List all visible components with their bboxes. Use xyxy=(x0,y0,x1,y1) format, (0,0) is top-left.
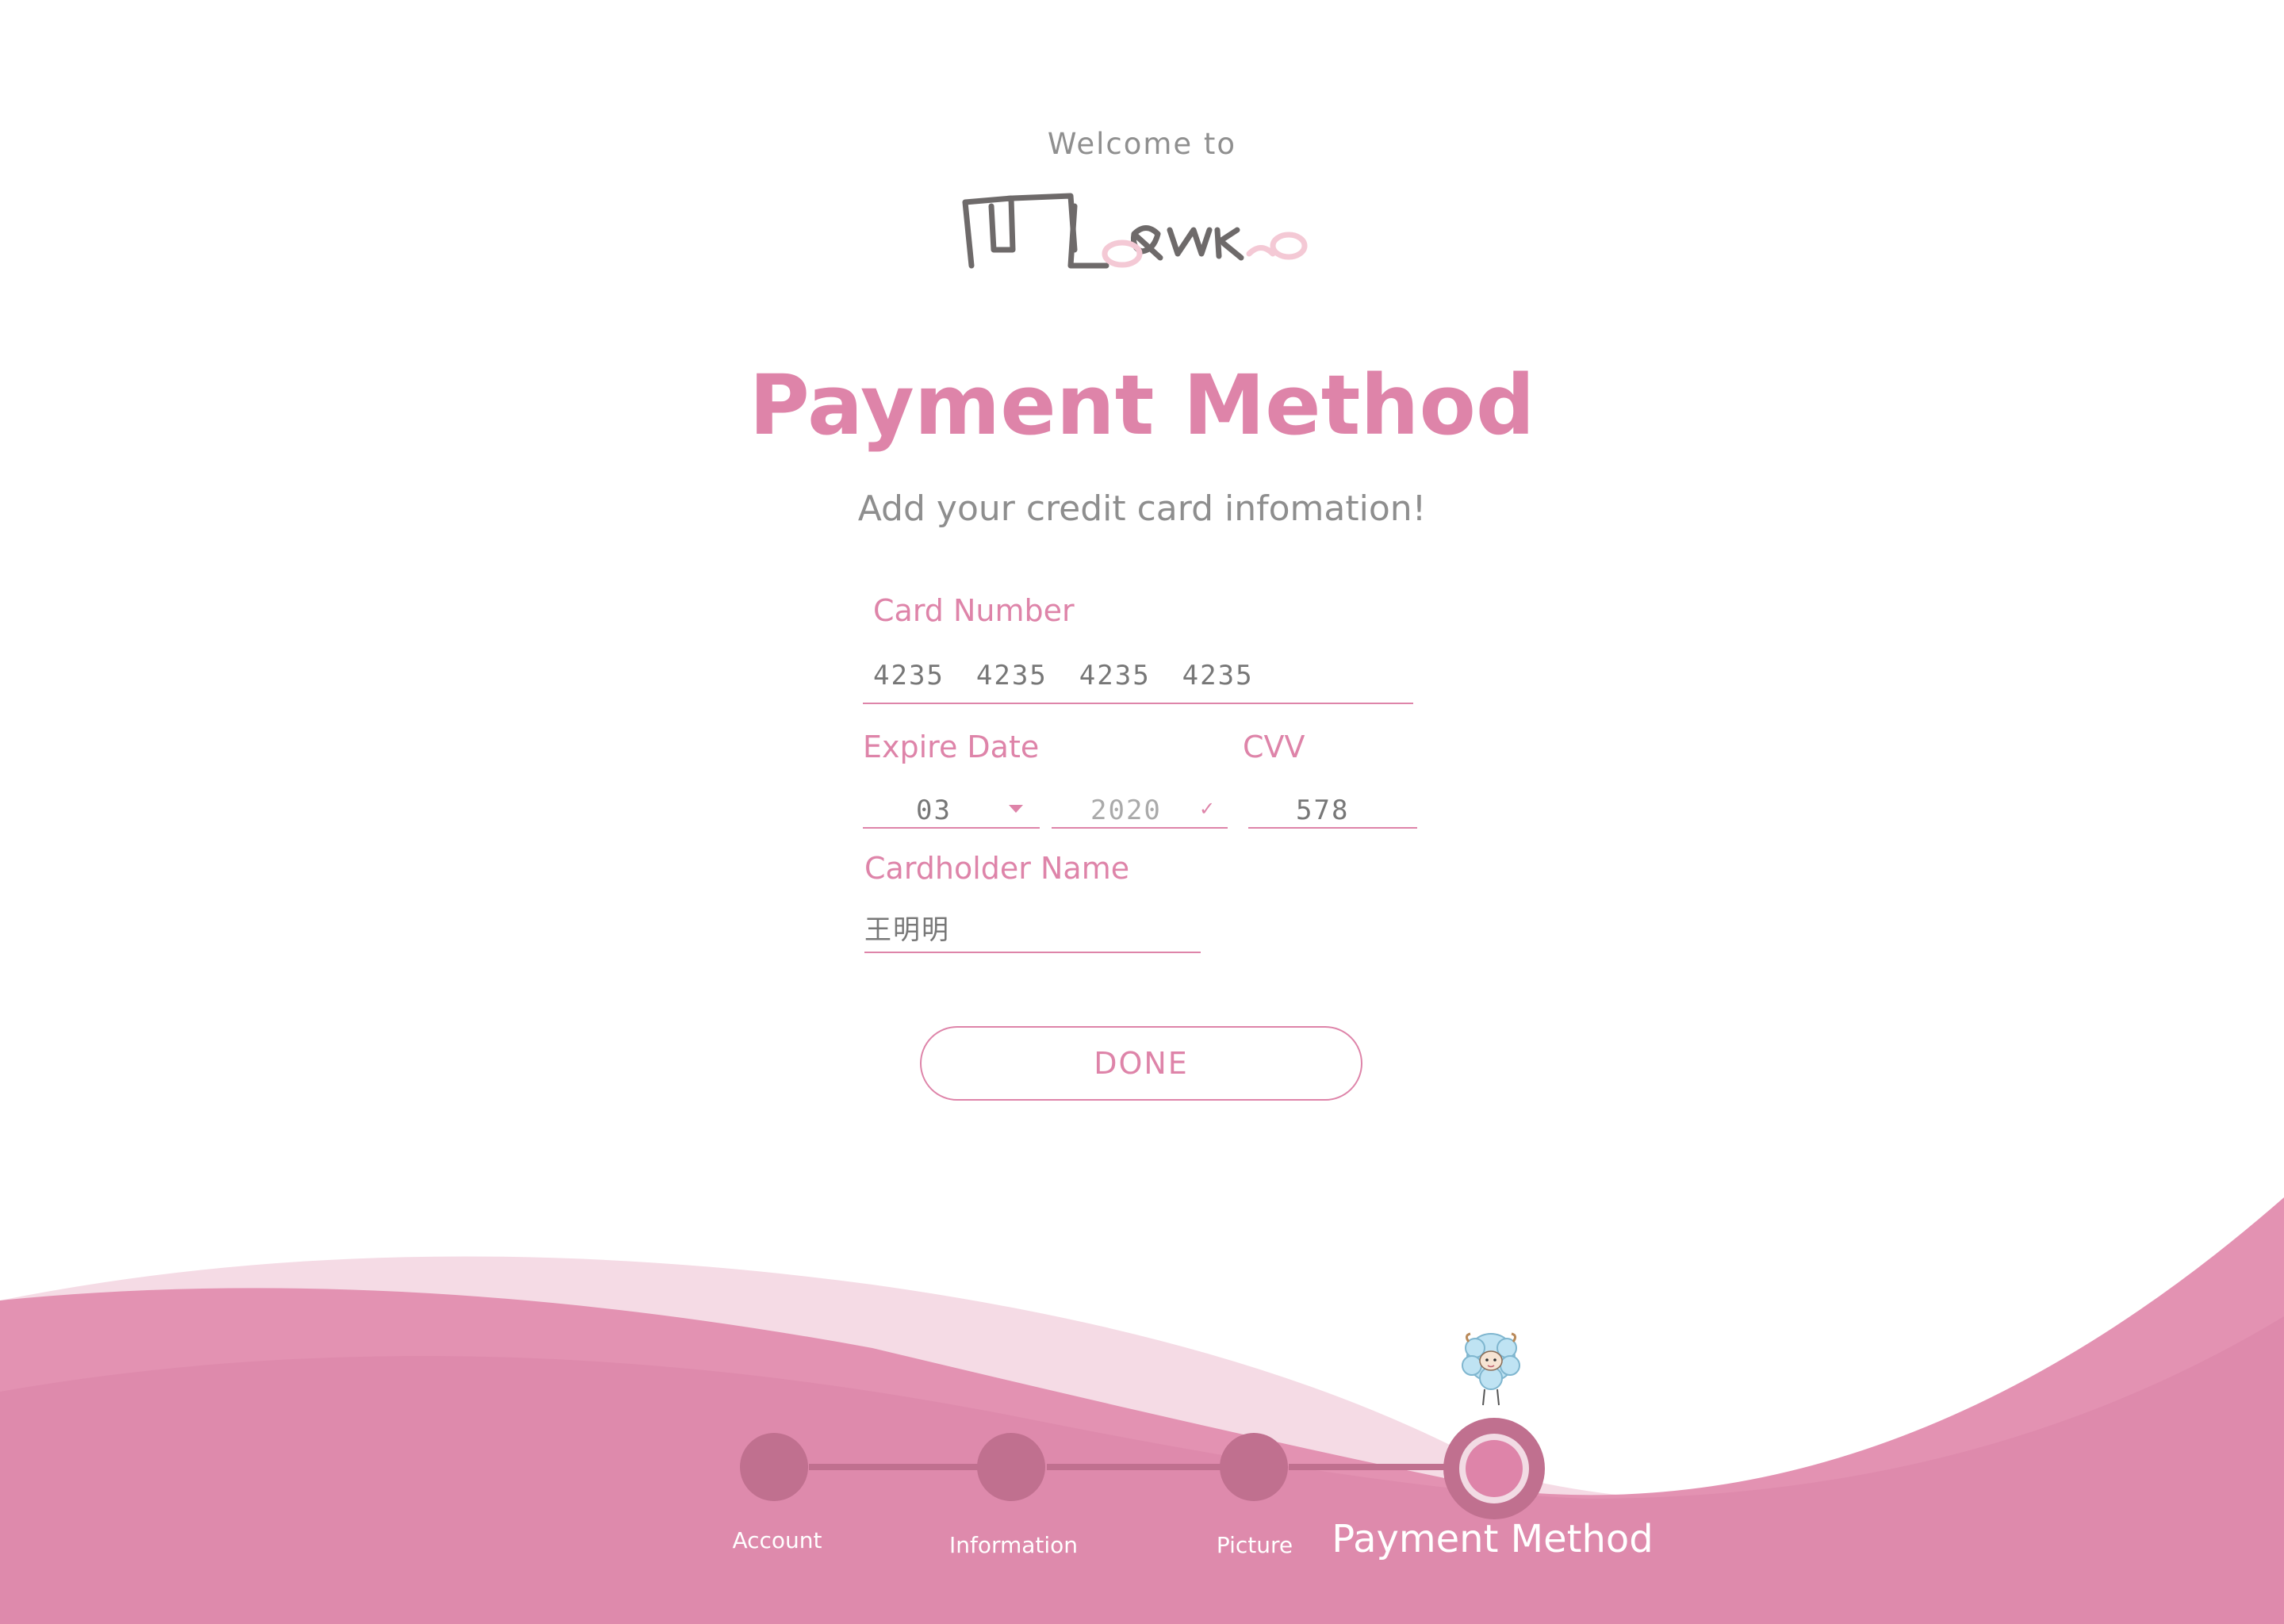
step-account-dot[interactable] xyxy=(740,1433,808,1501)
step-account-label: Account xyxy=(732,1527,822,1553)
step-connector-2 xyxy=(1047,1464,1237,1470)
step-connector-1 xyxy=(809,1464,991,1470)
step-picture-dot[interactable] xyxy=(1220,1433,1288,1501)
step-payment-method-core xyxy=(1466,1440,1523,1497)
step-connector-3 xyxy=(1289,1464,1455,1470)
step-information-dot[interactable] xyxy=(977,1433,1045,1501)
sheep-mascot-icon xyxy=(1462,1332,1520,1406)
step-payment-method-label: Payment Method xyxy=(1332,1517,1654,1561)
step-information-label: Information xyxy=(948,1532,1079,1558)
payment-method-page: Welcome to Payment Method Add your credi… xyxy=(0,0,2284,1624)
progress-stepper: Account Information Picture Payment Meth… xyxy=(0,0,2284,1624)
